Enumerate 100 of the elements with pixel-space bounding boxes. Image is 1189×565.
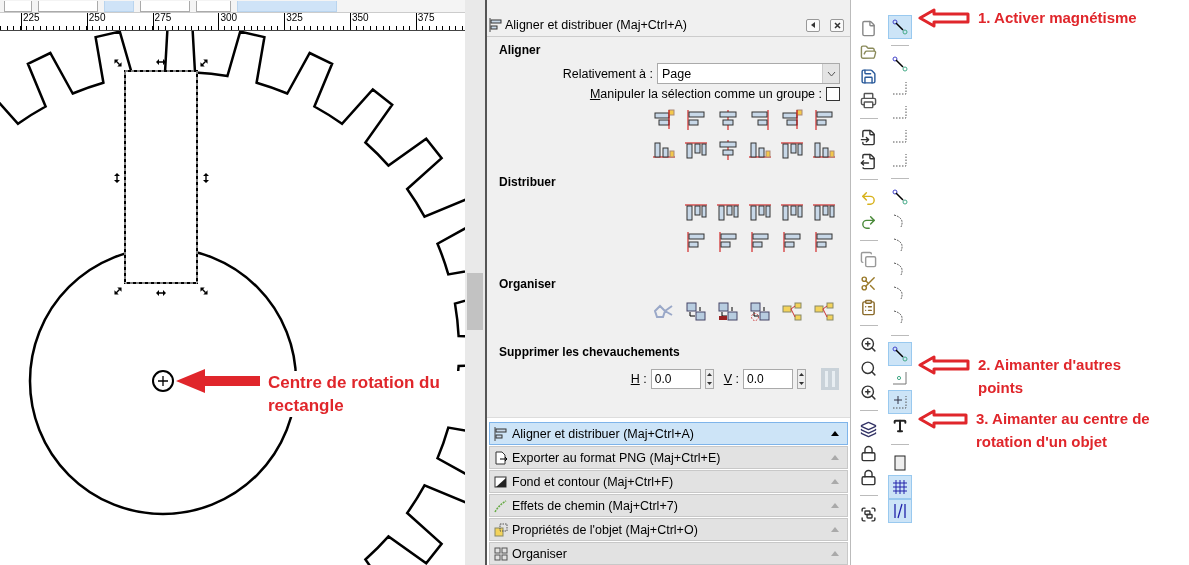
number-field[interactable]: 0.0 [650,369,701,389]
align-icon[interactable] [716,109,740,131]
collapse-caret-icon [831,431,839,436]
arrow [918,355,970,375]
align-icon[interactable] [684,139,708,161]
selected-rectangle[interactable] [114,59,209,296]
align-icon[interactable] [780,139,804,161]
dialog-tab[interactable]: Exporter au format PNG (Maj+Ctrl+E) [489,446,848,469]
folder-icon[interactable] [860,43,877,61]
align-icon[interactable] [812,109,836,131]
arrange-icon[interactable] [748,301,772,323]
annotation-text: Centre de rotation du rectangle [268,371,465,417]
dialog-tab[interactable]: Organiser [489,542,848,565]
arrange-icon[interactable] [684,301,708,323]
section-heading: Supprimer les chevauchements [499,345,681,361]
rotation-center-icon[interactable] [152,370,174,392]
lock-icon[interactable] [860,444,877,462]
collapse-icon[interactable] [806,18,820,32]
distribute-icon[interactable] [684,231,708,253]
relative-to-dropdown[interactable]: Page [657,63,840,84]
save-icon[interactable] [860,67,877,85]
align-icon[interactable] [780,109,804,131]
distribute-icon[interactable] [780,201,804,223]
print-icon[interactable] [860,91,877,109]
distribute-icon[interactable] [780,231,804,253]
section-heading: Aligner [499,43,542,59]
zoom-icon[interactable] [860,359,877,377]
spin-button[interactable] [704,369,714,389]
panel-title: Aligner et distribuer (Maj+Ctrl+A) [505,18,688,32]
ruler-label: 250 [86,13,153,30]
spin-button[interactable] [797,369,806,389]
layers-icon[interactable] [860,420,877,438]
scrollbar-thumb[interactable] [467,273,483,330]
new-document-icon[interactable] [860,19,877,37]
lock-icon[interactable] [860,468,877,486]
paste-icon[interactable] [860,298,877,316]
align-icon[interactable] [748,109,772,131]
down-caret-icon [706,382,712,385]
zoom-icon[interactable] [860,383,877,401]
distribute-icon[interactable] [716,231,740,253]
zoom-icon[interactable] [860,335,877,353]
export-icon [494,450,508,465]
field-label: Relativement à : [562,66,653,81]
dialog-tab[interactable]: Propriétés de l'objet (Maj+Ctrl+O) [489,518,848,541]
group-icon[interactable] [860,505,877,523]
cut-icon[interactable] [860,274,877,292]
export-icon[interactable] [860,152,877,170]
distribute-icon[interactable] [716,201,740,223]
section-heading: Organiser [499,277,557,293]
align-icon [494,426,508,441]
dialog-tab[interactable]: Aligner et distribuer (Maj+Ctrl+A) [489,422,848,445]
toolbar-field[interactable] [196,1,231,12]
collapse-caret-icon [831,479,839,484]
align-icon [489,18,503,32]
align-icon[interactable] [652,139,676,161]
align-icon[interactable] [716,139,740,161]
toolbar-field[interactable] [140,1,190,12]
redo-icon[interactable] [860,213,877,231]
annotation-text: 1. Activer magnétisme [978,8,1138,28]
distribute-icon[interactable] [748,231,772,253]
collapse-caret-icon [831,455,839,460]
section-heading: Distribuer [499,175,557,191]
ruler-label: 325 [284,13,350,30]
distribute-icon[interactable] [812,201,836,223]
copy-icon[interactable] [860,250,877,268]
arrange-icon [494,546,508,561]
arrow [918,409,968,429]
close-icon[interactable] [830,18,844,32]
number-field[interactable]: 0.0 [743,369,793,389]
field-label: H : [630,372,647,386]
annotation-text: 2. Aimanter d'autres points [978,355,1123,398]
align-icon[interactable] [748,139,772,161]
align-icon[interactable] [652,109,676,131]
toolbar-field[interactable] [38,1,98,12]
distribute-icon[interactable] [812,231,836,253]
arrange-icon[interactable] [716,301,740,323]
import-icon[interactable] [860,128,877,146]
collapse-caret-icon [831,551,839,556]
up-caret-icon [706,373,712,376]
properties-icon [494,522,508,537]
align-icon[interactable] [812,139,836,161]
group-checkbox[interactable] [826,87,840,101]
toolbar-field[interactable] [4,1,32,12]
ruler-label: 350 [350,13,416,30]
annotation-text: 3. Aimanter au centre de rotation d'un objet [976,409,1151,452]
dialog-tab[interactable]: Fond et contour (Maj+Ctrl+F) [489,470,848,493]
ruler-label: 275 [152,13,219,30]
arrow [918,8,970,28]
field-label: V : [723,372,739,386]
align-icon[interactable] [684,109,708,131]
distribute-icon[interactable] [748,201,772,223]
path-effect-icon [494,498,508,513]
dialog-tab[interactable]: Effets de chemin (Maj+Ctrl+7) [489,494,848,517]
ruler-label: 225 [21,13,87,30]
scrollbar[interactable] [465,0,487,565]
up-caret-icon [799,373,804,376]
distribute-icon[interactable] [684,201,708,223]
down-caret-icon [799,382,804,385]
ruler-label: 300 [218,13,285,30]
caret-icon [826,70,836,77]
